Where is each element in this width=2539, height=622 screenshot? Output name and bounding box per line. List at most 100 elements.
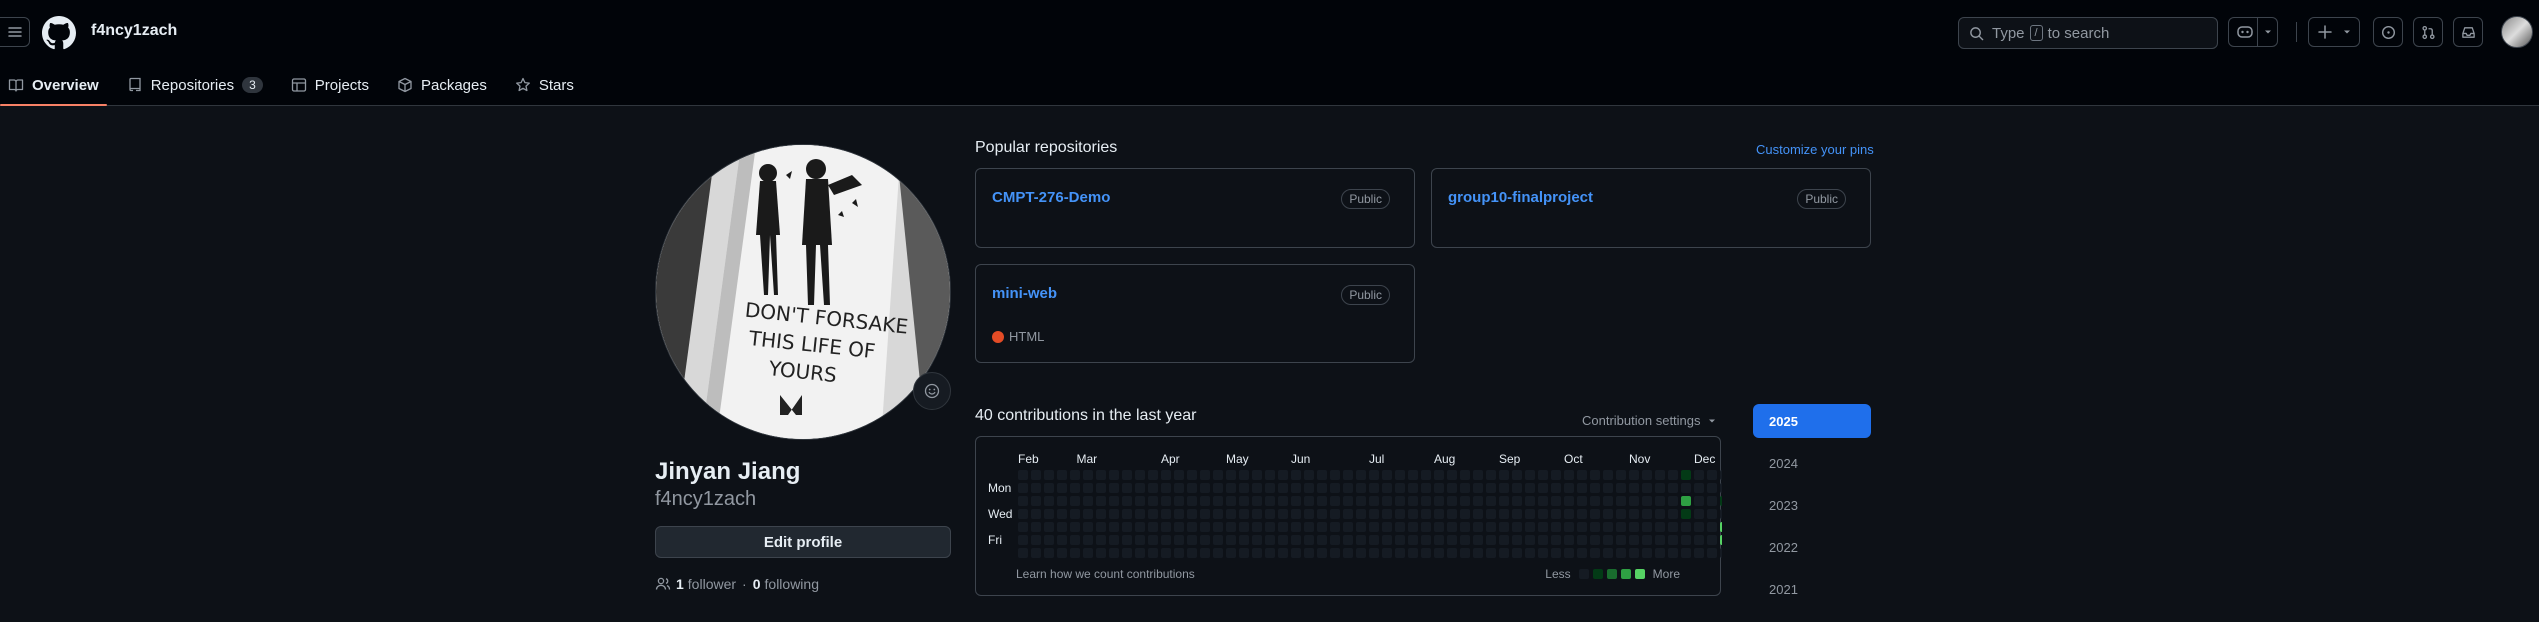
- contribution-day[interactable]: [1681, 509, 1691, 519]
- contribution-day[interactable]: [1226, 483, 1236, 493]
- contribution-day[interactable]: [1681, 483, 1691, 493]
- contribution-day[interactable]: [1577, 483, 1587, 493]
- contribution-day[interactable]: [1187, 496, 1197, 506]
- contribution-day[interactable]: [1096, 509, 1106, 519]
- contribution-day[interactable]: [1291, 522, 1301, 532]
- contribution-day[interactable]: [1499, 522, 1509, 532]
- contribution-day[interactable]: [1187, 509, 1197, 519]
- contribution-day[interactable]: [1551, 470, 1561, 480]
- contribution-day[interactable]: [1460, 496, 1470, 506]
- contribution-day[interactable]: [1083, 548, 1093, 558]
- contribution-day[interactable]: [1356, 483, 1366, 493]
- contribution-day[interactable]: [1525, 548, 1535, 558]
- tab-projects[interactable]: Projects: [283, 64, 377, 106]
- contribution-day[interactable]: [1629, 535, 1639, 545]
- contribution-day[interactable]: [1590, 483, 1600, 493]
- contribution-day[interactable]: [1525, 535, 1535, 545]
- contribution-day[interactable]: [1265, 470, 1275, 480]
- contribution-day[interactable]: [1642, 483, 1652, 493]
- contribution-day[interactable]: [1135, 522, 1145, 532]
- contribution-day[interactable]: [1395, 535, 1405, 545]
- contribution-day[interactable]: [1590, 535, 1600, 545]
- contribution-day[interactable]: [1200, 483, 1210, 493]
- contribution-day[interactable]: [1655, 496, 1665, 506]
- contribution-day[interactable]: [1629, 483, 1639, 493]
- contribution-day[interactable]: [1720, 483, 1722, 493]
- contribution-day[interactable]: [1031, 522, 1041, 532]
- contribution-day[interactable]: [1629, 548, 1639, 558]
- contribution-day[interactable]: [1538, 470, 1548, 480]
- contribution-day[interactable]: [1473, 470, 1483, 480]
- contribution-day[interactable]: [1551, 548, 1561, 558]
- contribution-day[interactable]: [1226, 535, 1236, 545]
- contribution-day[interactable]: [1057, 483, 1067, 493]
- contribution-day[interactable]: [1057, 548, 1067, 558]
- contribution-day[interactable]: [1070, 496, 1080, 506]
- contribution-day[interactable]: [1070, 548, 1080, 558]
- contribution-day[interactable]: [1291, 535, 1301, 545]
- contribution-day[interactable]: [1083, 522, 1093, 532]
- repo-link[interactable]: mini-web: [992, 285, 1057, 302]
- contribution-day[interactable]: [1343, 548, 1353, 558]
- contribution-day[interactable]: [1382, 470, 1392, 480]
- create-new-button[interactable]: [2308, 17, 2360, 47]
- contribution-day[interactable]: [1265, 535, 1275, 545]
- contribution-day[interactable]: [1070, 509, 1080, 519]
- contribution-day[interactable]: [1525, 522, 1535, 532]
- contribution-day[interactable]: [1187, 535, 1197, 545]
- contribution-day[interactable]: [1278, 548, 1288, 558]
- contribution-day[interactable]: [1525, 509, 1535, 519]
- contribution-day[interactable]: [1330, 548, 1340, 558]
- contribution-day[interactable]: [1343, 535, 1353, 545]
- contribution-day[interactable]: [1252, 496, 1262, 506]
- contribution-day[interactable]: [1226, 496, 1236, 506]
- contribution-day[interactable]: [1512, 535, 1522, 545]
- contribution-day[interactable]: [1512, 522, 1522, 532]
- contribution-day[interactable]: [1642, 509, 1652, 519]
- contribution-day[interactable]: [1538, 496, 1548, 506]
- contribution-day[interactable]: [1655, 470, 1665, 480]
- contribution-day[interactable]: [1395, 470, 1405, 480]
- contribution-day[interactable]: [1018, 496, 1028, 506]
- contribution-day[interactable]: [1148, 496, 1158, 506]
- contribution-day[interactable]: [1044, 470, 1054, 480]
- contribution-day[interactable]: [1473, 496, 1483, 506]
- contribution-day[interactable]: [1109, 483, 1119, 493]
- contribution-day[interactable]: [1057, 535, 1067, 545]
- contribution-day[interactable]: [1239, 522, 1249, 532]
- contribution-day[interactable]: [1564, 483, 1574, 493]
- contribution-day[interactable]: [1174, 496, 1184, 506]
- contribution-day[interactable]: [1473, 522, 1483, 532]
- followers-link[interactable]: 1 follower: [676, 576, 736, 592]
- contribution-day[interactable]: [1434, 509, 1444, 519]
- contribution-settings-button[interactable]: Contribution settings: [1582, 413, 1717, 428]
- contribution-day[interactable]: [1421, 535, 1431, 545]
- contribution-day[interactable]: [1317, 509, 1327, 519]
- contribution-day[interactable]: [1213, 535, 1223, 545]
- contribution-day[interactable]: [1668, 522, 1678, 532]
- contribution-day[interactable]: [1382, 496, 1392, 506]
- contribution-day[interactable]: [1577, 509, 1587, 519]
- contribution-day[interactable]: [1551, 483, 1561, 493]
- inbox-button[interactable]: [2453, 17, 2483, 47]
- contribution-day[interactable]: [1330, 509, 1340, 519]
- contribution-day[interactable]: [1486, 509, 1496, 519]
- contribution-day[interactable]: [1109, 548, 1119, 558]
- contribution-day[interactable]: [1590, 522, 1600, 532]
- contribution-day[interactable]: [1304, 522, 1314, 532]
- contribution-day[interactable]: [1057, 470, 1067, 480]
- contribution-day[interactable]: [1369, 483, 1379, 493]
- contribution-day[interactable]: [1252, 483, 1262, 493]
- contribution-day[interactable]: [1109, 496, 1119, 506]
- contribution-day[interactable]: [1590, 496, 1600, 506]
- contribution-day[interactable]: [1590, 509, 1600, 519]
- contribution-day[interactable]: [1564, 535, 1574, 545]
- contribution-day[interactable]: [1044, 548, 1054, 558]
- contribution-day[interactable]: [1564, 470, 1574, 480]
- contribution-day[interactable]: [1174, 535, 1184, 545]
- contribution-day[interactable]: [1148, 509, 1158, 519]
- contribution-day[interactable]: [1317, 496, 1327, 506]
- contribution-day[interactable]: [1148, 535, 1158, 545]
- contribution-day[interactable]: [1629, 496, 1639, 506]
- contribution-day[interactable]: [1603, 470, 1613, 480]
